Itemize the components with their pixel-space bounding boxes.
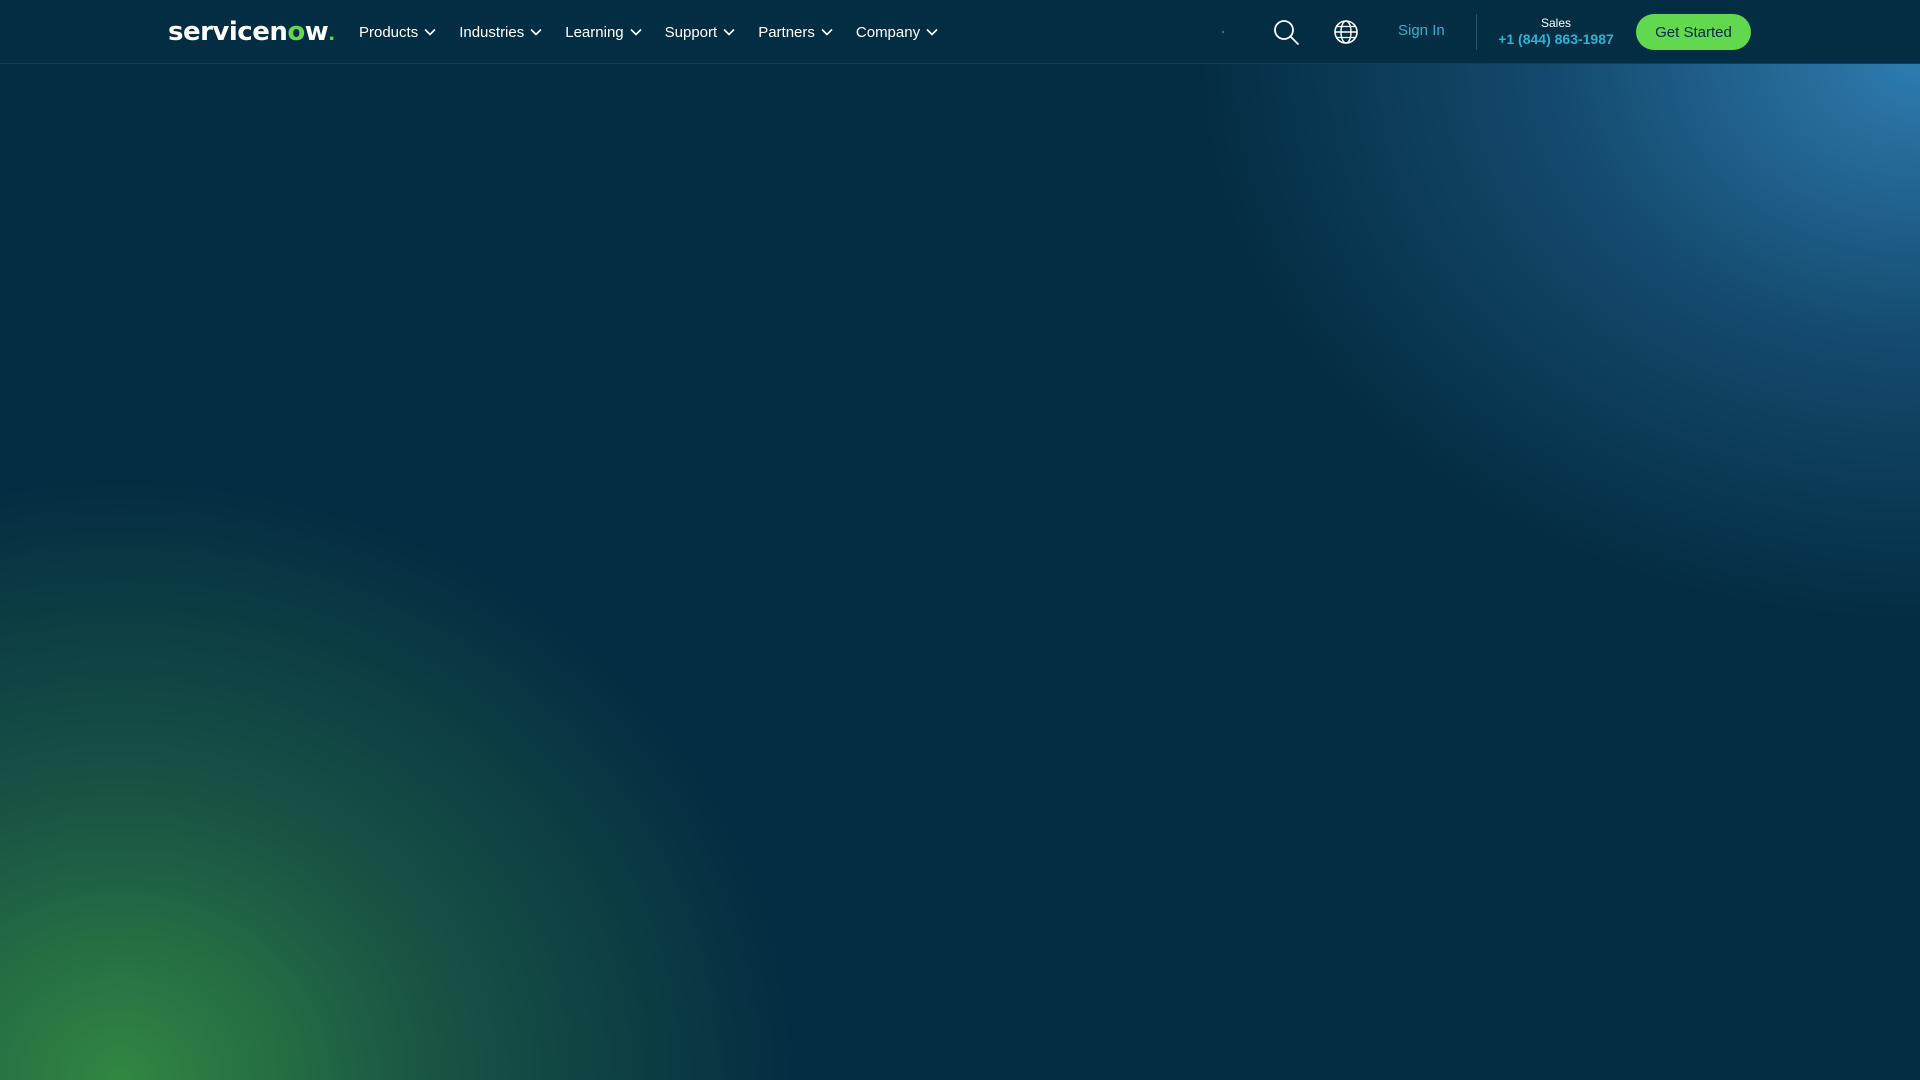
get-started-button[interactable]: Get Started — [1636, 14, 1751, 50]
nav-item-label: Support — [664, 23, 718, 41]
logo-text-o: o — [287, 17, 305, 47]
sign-in-link[interactable]: Sign In — [1398, 22, 1445, 39]
nav-item-products[interactable]: Products — [359, 24, 436, 41]
decorative-dot — [1222, 31, 1224, 33]
nav-item-partners[interactable]: Partners — [758, 24, 833, 41]
globe-icon — [1334, 20, 1358, 44]
sales-phone-link[interactable]: +1 (844) 863-1987 — [1494, 30, 1618, 48]
chevron-down-icon — [821, 28, 833, 36]
logo-text-prefix: servicen — [168, 17, 288, 47]
header-divider — [1476, 14, 1477, 50]
logo-dot: . — [328, 24, 335, 45]
servicenow-logo[interactable]: servicenow. — [168, 14, 335, 53]
primary-nav: Products Industries Learning Support Par… — [359, 0, 961, 64]
hero-background — [0, 0, 1920, 1080]
chevron-down-icon — [926, 28, 938, 36]
nav-item-label: Products — [359, 23, 419, 41]
language-selector-button[interactable] — [1332, 18, 1360, 46]
nav-item-support[interactable]: Support — [665, 24, 736, 41]
nav-item-label: Industries — [459, 23, 525, 41]
chevron-down-icon — [530, 28, 542, 36]
chevron-down-icon — [723, 28, 735, 36]
search-icon — [1274, 20, 1299, 45]
chevron-down-icon — [424, 28, 436, 36]
sales-label: Sales — [1540, 16, 1572, 30]
nav-item-label: Company — [855, 23, 921, 41]
sales-contact: Sales +1 (844) 863-1987 — [1494, 16, 1618, 48]
nav-item-industries[interactable]: Industries — [459, 24, 542, 41]
nav-item-company[interactable]: Company — [856, 24, 938, 41]
logo-text-suffix: w — [304, 17, 329, 47]
nav-item-label: Learning — [565, 23, 624, 41]
nav-item-learning[interactable]: Learning — [565, 23, 642, 41]
nav-item-label: Partners — [758, 23, 815, 41]
chevron-down-icon — [630, 28, 642, 36]
search-button[interactable] — [1272, 18, 1300, 46]
site-header: servicenow. Products Industries Learning… — [0, 0, 1920, 64]
